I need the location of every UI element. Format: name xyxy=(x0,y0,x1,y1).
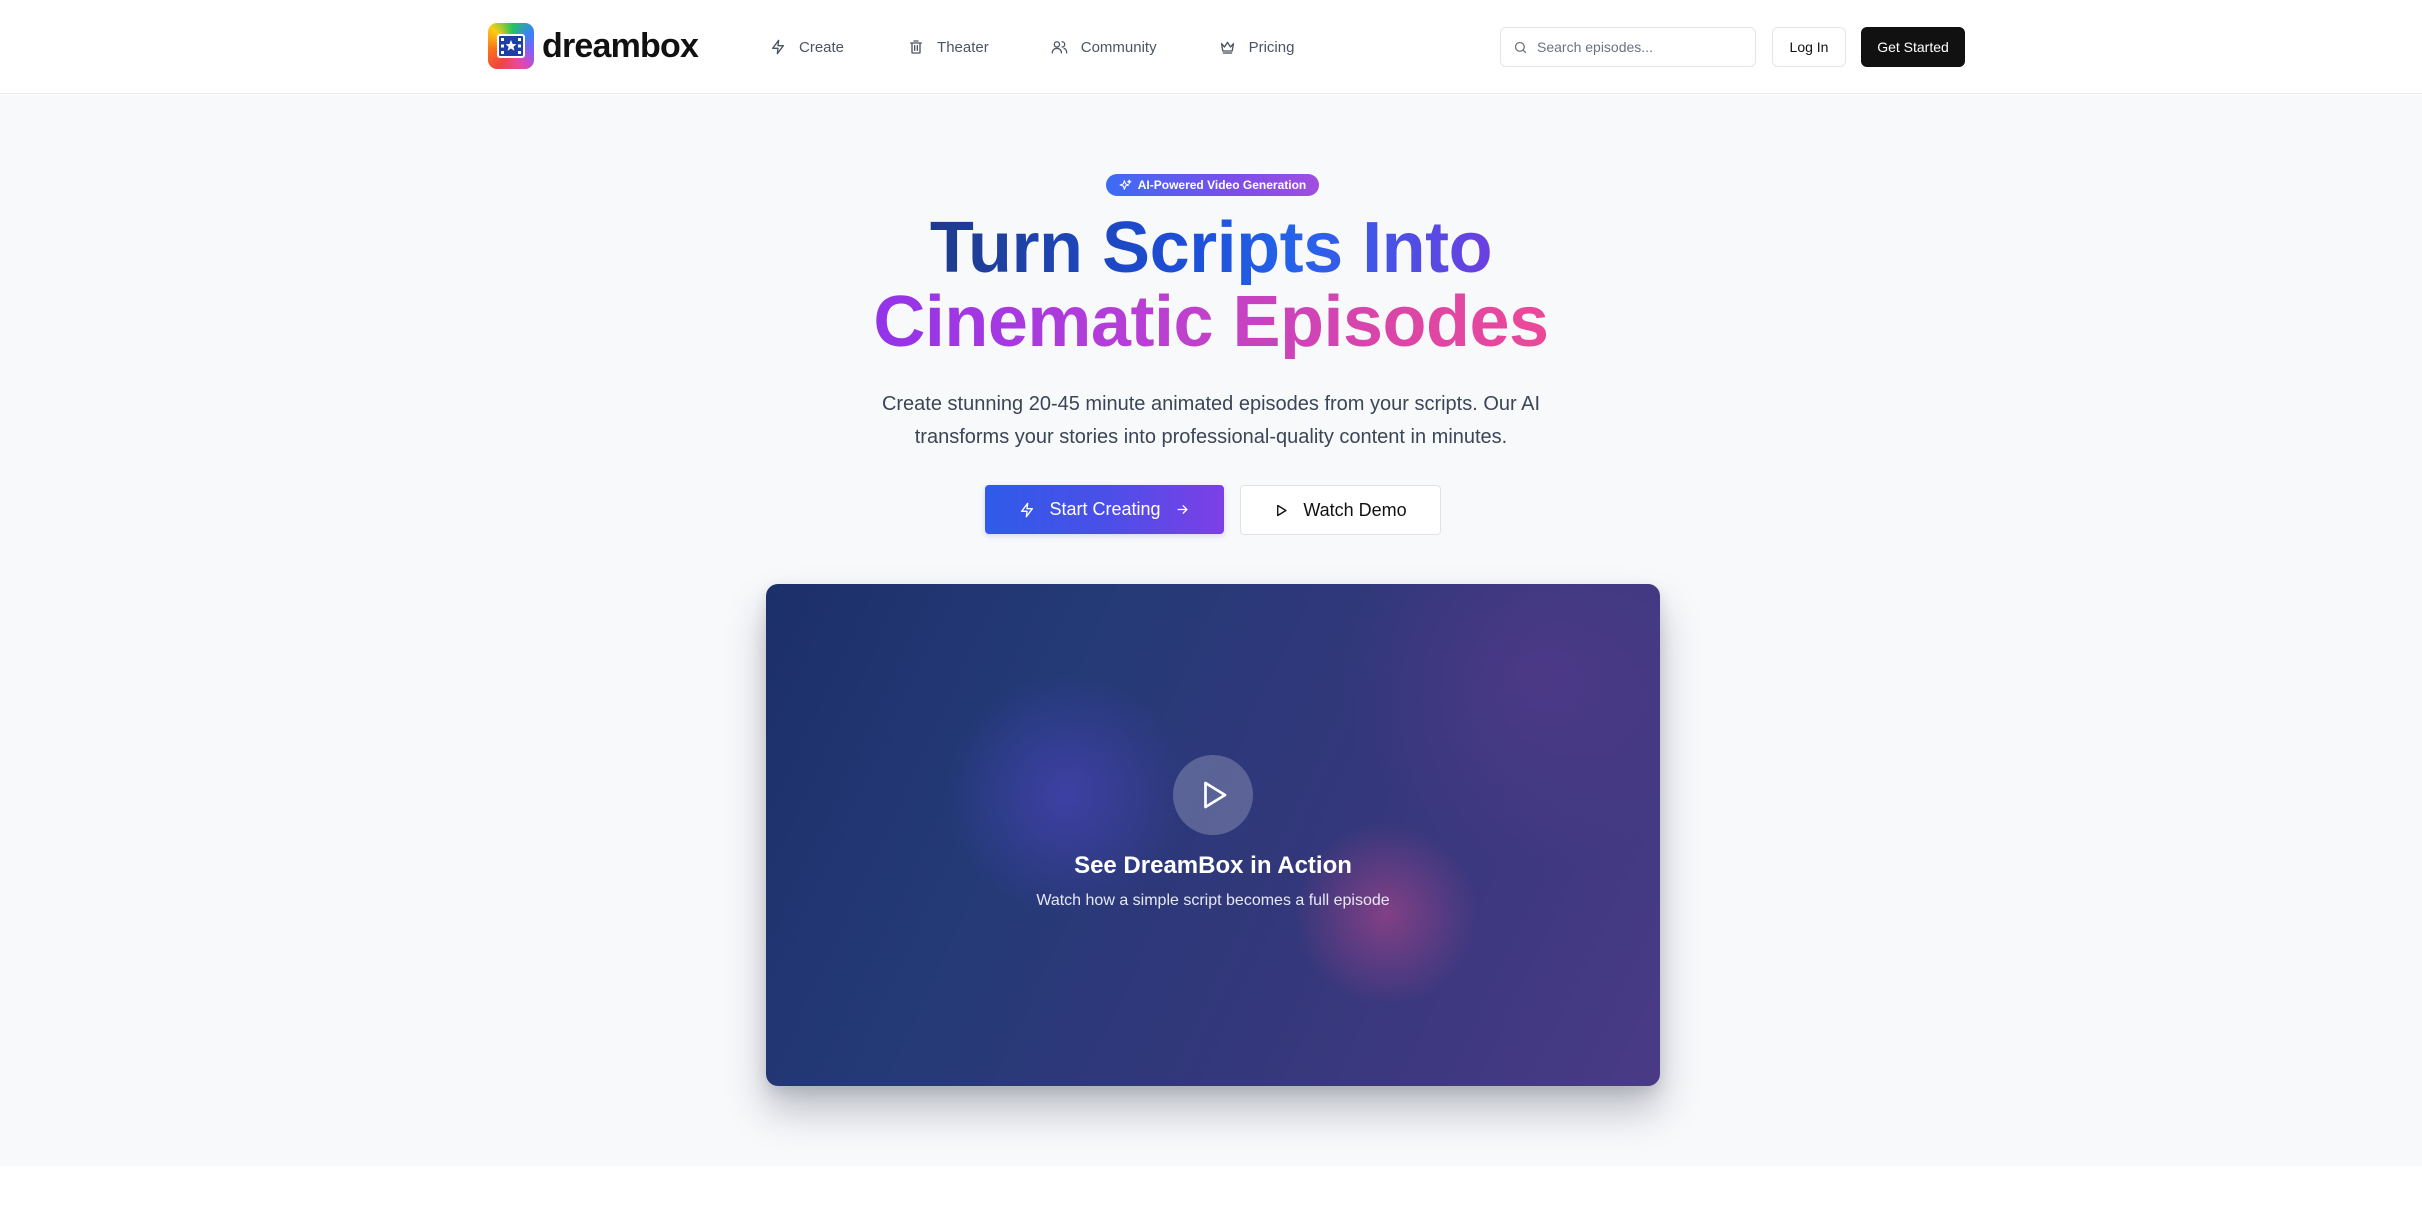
nav-label-community: Community xyxy=(1080,38,1157,56)
nav-label-create: Create xyxy=(799,38,845,56)
video-title: See DreamBox in Action xyxy=(1074,852,1352,879)
nav-label-theater: Theater xyxy=(937,38,989,56)
nav-item-community[interactable]: Community xyxy=(1051,39,1157,56)
trash-can-icon xyxy=(910,40,923,54)
start-creating-label: Start Creating xyxy=(1049,499,1161,519)
brand-name: dreambox xyxy=(542,26,699,65)
hero-subtitle: Create stunning 20-45 minute animated ep… xyxy=(861,388,1561,454)
demo-video-player[interactable]: See DreamBox in Action Watch how a simpl… xyxy=(766,584,1660,1086)
search-icon xyxy=(1514,41,1527,53)
lightning-icon xyxy=(772,39,784,55)
video-glow xyxy=(936,664,1196,924)
users-icon xyxy=(1051,41,1068,54)
search-box[interactable] xyxy=(1500,27,1756,67)
video-play-button[interactable] xyxy=(1173,755,1253,835)
brand-logo[interactable]: dreambox xyxy=(488,23,699,69)
badge-label: AI-Powered Video Generation xyxy=(1137,178,1307,192)
hero-headline: Turn Scripts Into Cinematic Episodes xyxy=(0,211,2422,359)
watch-demo-label: Watch Demo xyxy=(1303,499,1407,520)
nav-item-theater[interactable]: Theater xyxy=(908,39,989,56)
crown-icon xyxy=(1220,41,1234,54)
lightning-icon xyxy=(1021,502,1034,517)
subtitle-line-1: Create stunning 20-45 minute animated ep… xyxy=(881,393,1541,415)
login-button[interactable]: Log In xyxy=(1772,27,1846,67)
nav-label-pricing: Pricing xyxy=(1248,38,1295,56)
logo-film-icon xyxy=(488,23,534,69)
nav-item-pricing[interactable]: Pricing xyxy=(1219,38,1295,56)
ai-badge: AI-Powered Video Generation xyxy=(1106,174,1319,196)
sparkles-icon xyxy=(1119,179,1132,190)
video-subtitle: Watch how a simple script becomes a full… xyxy=(1036,892,1390,909)
video-glow xyxy=(1286,814,1486,1014)
headline-line-2: Cinematic Episodes xyxy=(873,282,1549,362)
get-started-button[interactable]: Get Started xyxy=(1861,27,1965,67)
arrow-right-icon xyxy=(1177,505,1188,514)
subtitle-line-2: transforms your stories into professiona… xyxy=(914,426,1508,448)
play-icon xyxy=(1204,781,1227,809)
top-navbar: dreambox Create Theater Community Pricin… xyxy=(0,0,2422,94)
headline-line-1: Turn Scripts Into xyxy=(929,208,1493,288)
search-input[interactable] xyxy=(1537,39,1737,55)
play-icon xyxy=(1277,504,1287,516)
watch-demo-button[interactable]: Watch Demo xyxy=(1240,485,1441,535)
main-nav: Create Theater Community Pricing xyxy=(770,32,1294,62)
start-creating-button[interactable]: Start Creating xyxy=(985,485,1224,534)
nav-item-create[interactable]: Create xyxy=(770,39,844,56)
hero-section: AI-Powered Video Generation Turn Scripts… xyxy=(0,95,2422,1166)
